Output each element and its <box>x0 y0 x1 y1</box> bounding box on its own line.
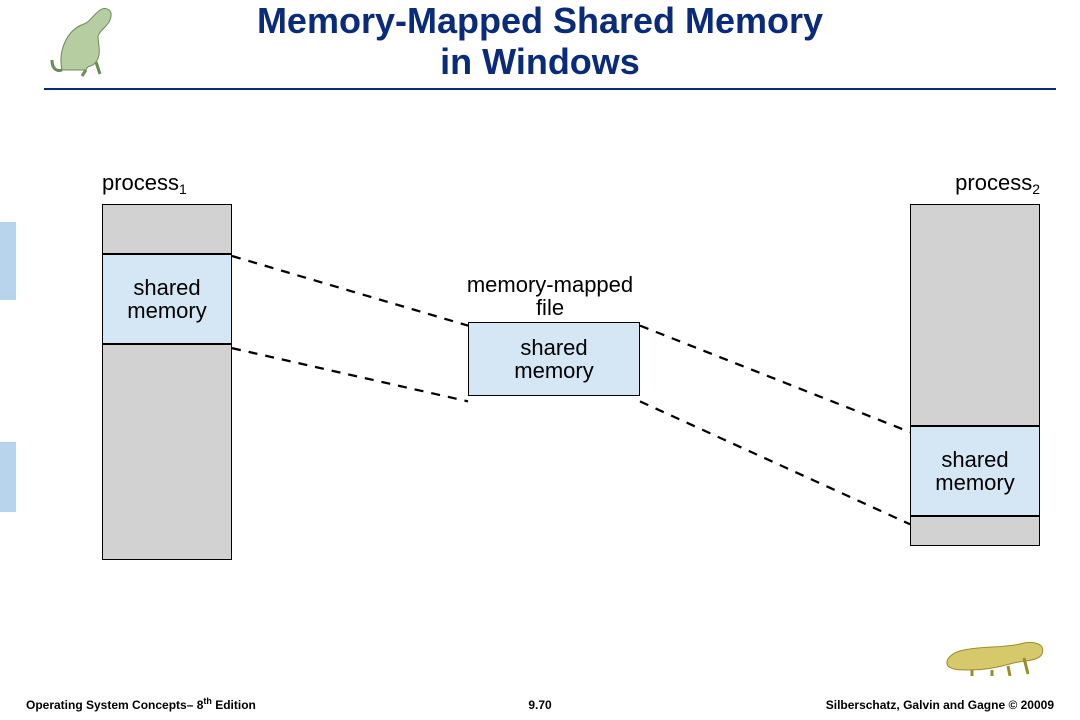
process1-label: process1 <box>102 170 187 196</box>
title-line2: in Windows <box>440 41 640 82</box>
sidebar-accent-top <box>0 222 16 300</box>
p1-block-bottom <box>102 344 232 560</box>
mmfile-label: memory-mapped file <box>440 250 660 319</box>
p2-block-top <box>910 204 1040 426</box>
text: memory-mapped file <box>467 272 633 320</box>
title-underline <box>44 88 1056 90</box>
text: process <box>955 170 1032 195</box>
dinosaur-icon <box>942 626 1052 676</box>
p2-block-bottom <box>910 516 1040 546</box>
title-line1: Memory-Mapped Shared Memory <box>257 0 823 41</box>
p1-block-top <box>102 204 232 254</box>
text: shared memory <box>935 448 1014 494</box>
sidebar-accent-bottom <box>0 442 16 512</box>
center-shared-box: shared memory <box>468 322 640 396</box>
text: shared memory <box>514 336 593 382</box>
process2-label: process2 <box>955 170 1040 196</box>
subscript: 1 <box>179 181 187 197</box>
footer: Operating System Concepts– 8th Edition 9… <box>0 690 1080 712</box>
p2-shared-region: shared memory <box>910 426 1040 516</box>
slide: Memory-Mapped Shared Memory in Windows p… <box>0 0 1080 720</box>
diagram: process1 process2 shared memory shared m… <box>60 170 1060 600</box>
footer-right: Silberschatz, Galvin and Gagne © 20009 <box>826 698 1054 712</box>
page-title: Memory-Mapped Shared Memory in Windows <box>0 0 1080 83</box>
p1-shared-region: shared memory <box>102 254 232 344</box>
text: process <box>102 170 179 195</box>
subscript: 2 <box>1032 181 1040 197</box>
text: Silberschatz, Galvin and Gagne © 20009 <box>826 698 1054 712</box>
text: 9.70 <box>528 698 551 712</box>
text: shared memory <box>127 276 206 322</box>
